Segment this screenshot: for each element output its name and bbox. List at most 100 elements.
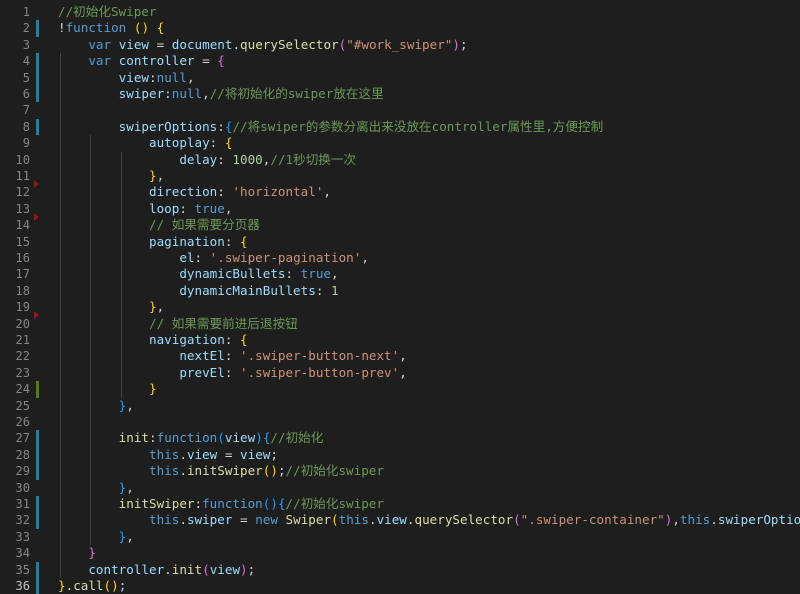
line-number[interactable]: 15 [0,234,30,250]
code-token: this [338,512,369,528]
diff-modified-marker[interactable] [36,463,39,480]
code-line[interactable]: // 如果需要分页器 [58,217,260,233]
line-number[interactable]: 22 [0,348,30,364]
line-number[interactable]: 25 [0,398,30,414]
line-number[interactable]: 19 [0,299,30,315]
line-number[interactable]: 27 [0,430,30,446]
diff-deleted-marker[interactable] [34,311,39,320]
line-number[interactable]: 13 [0,201,30,217]
code-token: () [133,20,150,36]
diff-modified-marker[interactable] [36,446,39,464]
code-line[interactable]: var view = document.querySelector("#work… [58,36,468,53]
code-line[interactable]: initSwiper:function(){//初始化swiper [58,496,384,512]
line-number[interactable]: 6 [0,86,30,102]
line-number[interactable]: 31 [0,496,30,512]
code-token: : [179,200,195,216]
diff-modified-marker[interactable] [36,20,39,37]
code-line[interactable]: el: '.swiper-pagination', [58,250,369,266]
diff-deleted-marker[interactable] [34,212,39,221]
code-line[interactable]: !function () { [58,20,164,36]
code-token: , [126,479,134,495]
code-token: 1 [330,282,339,298]
code-token: : [285,266,301,282]
line-number[interactable]: 24 [0,381,30,397]
code-line[interactable]: this.initSwiper();//初始化swiper [58,463,384,479]
code-line[interactable]: this.swiper = new Swiper(this.view.query… [58,512,800,528]
line-number[interactable]: 34 [0,545,30,561]
diff-modified-marker[interactable] [36,53,39,70]
code-line[interactable]: dynamicBullets: true, [58,266,338,282]
line-number[interactable]: 16 [0,250,30,266]
code-line[interactable]: swiper:null,//将初始化的swiper放在这里 [58,86,384,102]
code-line[interactable]: autoplay: { [58,135,232,151]
code-editor[interactable]: 1 2 3 4 5 6 7 8 9 10 11 12 13 14 15 16 17 18 19 20 21 22 23 24 2… [0,0,800,594]
diff-added-marker[interactable] [36,381,39,398]
line-number[interactable]: 35 [0,562,30,578]
line-number[interactable]: 9 [0,135,30,151]
code-line[interactable]: }.call(); [58,578,126,593]
line-number[interactable]: 14 [0,217,30,233]
code-line[interactable]: } [58,381,157,397]
code-line[interactable]: }, [58,299,164,315]
line-number[interactable]: 5 [0,70,30,86]
diff-modified-marker[interactable] [36,512,39,529]
code-line[interactable]: controller.init(view); [58,562,255,578]
code-line[interactable]: loop: true, [58,201,232,217]
line-number[interactable]: 1 [0,4,30,20]
line-number[interactable]: 29 [0,463,30,479]
line-number[interactable]: 11 [0,168,30,184]
line-number[interactable]: 32 [0,512,30,528]
code-line[interactable]: view:null, [58,70,195,86]
code-token: ; [459,36,468,52]
line-number[interactable]: 36 [0,578,30,594]
diff-modified-marker[interactable] [36,496,39,513]
diff-modified-marker[interactable] [36,86,39,103]
line-number[interactable]: 20 [0,316,30,332]
line-number-gutter[interactable]: 1 2 3 4 5 6 7 8 9 10 11 12 13 14 15 16 17 18 19 20 21 22 23 24 2… [0,0,44,594]
code-line[interactable]: }, [58,480,134,496]
code-line[interactable]: dynamicMainBullets: 1 [58,282,339,299]
code-line[interactable]: init:function(view){//初始化 [58,430,324,446]
code-line[interactable]: prevEl: '.swiper-button-prev', [58,365,407,381]
line-number[interactable]: 12 [0,184,30,200]
diff-modified-marker[interactable] [36,118,39,136]
code-line[interactable]: swiperOptions:{//将swiper的参数分离出来没放在contro… [58,119,604,135]
code-line[interactable]: delay: 1000,//1秒切换一次 [58,152,356,168]
code-line[interactable]: nextEl: '.swiper-button-next', [58,348,407,364]
code-line[interactable]: pagination: { [58,234,248,250]
code-line[interactable]: }, [58,529,134,545]
line-number[interactable]: 4 [0,53,30,69]
diff-deleted-marker[interactable] [34,180,39,188]
code-line[interactable]: // 如果需要前进后退按钮 [58,316,298,332]
code-line[interactable]: }, [58,168,164,184]
line-number[interactable]: 23 [0,365,30,381]
line-number[interactable]: 30 [0,480,30,496]
diff-modified-marker[interactable] [36,69,39,86]
line-number[interactable]: 28 [0,447,30,463]
line-number[interactable]: 8 [0,119,30,135]
code-line[interactable]: var controller = { [58,53,225,69]
code-token: new [255,512,278,528]
line-number[interactable]: 2 [0,20,30,36]
line-number[interactable]: 3 [0,37,30,53]
code-area[interactable]: //初始化Swiper !function () { var view = doc… [44,0,800,593]
line-number[interactable]: 7 [0,102,30,118]
diff-modified-marker[interactable] [36,430,39,447]
code-line[interactable]: } [58,545,96,561]
code-token: , [224,200,233,216]
line-number[interactable]: 33 [0,529,30,545]
diff-modified-marker[interactable] [36,578,39,594]
line-number[interactable]: 26 [0,414,30,430]
code-line[interactable]: direction: 'horizontal', [58,184,331,200]
line-number[interactable]: 17 [0,266,30,282]
code-line[interactable]: navigation: { [58,332,248,348]
code-line[interactable]: //初始化Swiper [58,4,156,20]
line-number[interactable]: 18 [0,283,30,299]
code-line[interactable]: }, [58,398,134,414]
line-number[interactable]: 21 [0,332,30,348]
diff-modified-marker[interactable] [36,561,39,578]
line-number[interactable]: 10 [0,152,30,168]
